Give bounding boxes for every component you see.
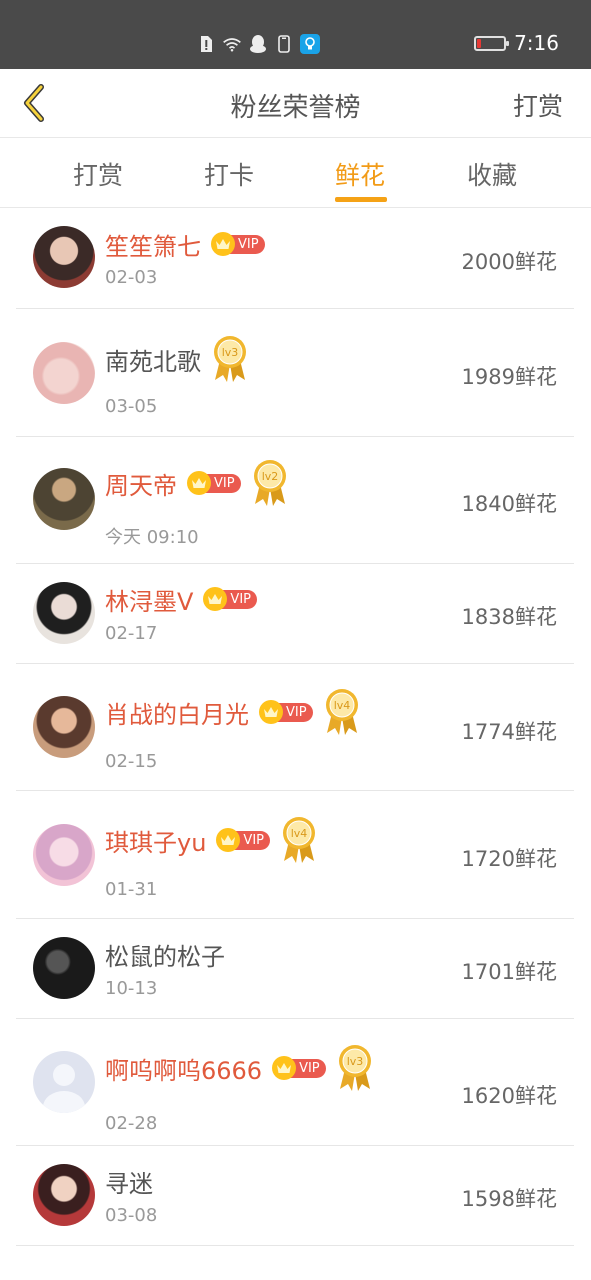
tab-reward[interactable]: 打赏 xyxy=(73,156,123,192)
avatar[interactable] xyxy=(33,582,95,644)
fan-name[interactable]: 松鼠的松子 xyxy=(105,937,225,972)
flower-amount: 1774鲜花 xyxy=(461,720,557,744)
fan-date: 02-15 xyxy=(105,751,158,772)
name-line: 啊呜啊呜6666 VIP lv3 xyxy=(105,1045,374,1091)
level-medal-icon: lv2 xyxy=(251,458,289,508)
flower-amount: 1840鲜花 xyxy=(461,492,557,516)
fan-date: 02-17 xyxy=(105,623,158,644)
page-title: 粉丝荣誉榜 xyxy=(230,93,361,123)
fan-name[interactable]: 肖战的白月光 xyxy=(105,695,249,730)
tab-bar: 打赏 打卡 鲜花 收藏 xyxy=(0,138,591,208)
level-medal-icon: lv3 xyxy=(336,1043,374,1093)
avatar[interactable] xyxy=(33,696,95,758)
vip-badge: VIP xyxy=(216,828,270,852)
level-medal-icon: lv4 xyxy=(323,687,361,737)
name-line: 寻迷 xyxy=(105,1164,153,1198)
tab-flowers[interactable]: 鲜花 xyxy=(335,156,385,192)
fan-date: 今天 09:10 xyxy=(105,527,199,548)
reward-button[interactable]: 打赏 xyxy=(513,87,563,123)
default-user-icon xyxy=(43,1064,85,1113)
vip-badge: VIP xyxy=(211,232,265,256)
avatar[interactable] xyxy=(33,824,95,886)
flower-amount: 1598鲜花 xyxy=(461,1187,557,1211)
fan-date: 01-31 xyxy=(105,879,158,900)
fan-date: 10-13 xyxy=(105,978,158,999)
svg-text:lv3: lv3 xyxy=(222,346,239,359)
name-line: 林浔墨V VIP xyxy=(105,582,257,616)
fan-date: 02-28 xyxy=(105,1113,158,1134)
fan-name[interactable]: 南苑北歌 xyxy=(105,342,201,377)
name-line: 肖战的白月光 VIP lv4 xyxy=(105,689,361,735)
tab-checkin[interactable]: 打卡 xyxy=(204,156,254,192)
svg-text:lv4: lv4 xyxy=(333,699,350,712)
battery-icon xyxy=(474,35,510,51)
list-item[interactable]: 林浔墨V VIP 02-17 1838鲜花 xyxy=(16,564,574,664)
avatar[interactable] xyxy=(33,1051,95,1113)
name-line: 笙笙箫七 VIP xyxy=(105,227,265,261)
status-icons xyxy=(196,33,320,55)
list-item[interactable]: 松鼠的松子 10-13 1701鲜花 xyxy=(16,919,574,1019)
crown-icon xyxy=(211,232,235,256)
svg-text:lv3: lv3 xyxy=(346,1055,363,1068)
crown-icon xyxy=(259,700,283,724)
flower-amount: 1620鲜花 xyxy=(461,1084,557,1108)
list-item[interactable]: 肖战的白月光 VIP lv4 02-15 1774鲜花 xyxy=(16,664,574,791)
svg-text:lv2: lv2 xyxy=(261,470,278,483)
sim-alert-icon xyxy=(196,34,216,54)
fan-name[interactable]: 笙笙箫七 xyxy=(105,227,201,262)
name-line: 琪琪子yu VIP lv4 xyxy=(105,817,318,863)
list-item[interactable]: 笙笙箫七 VIP 02-03 2000鲜花 xyxy=(16,208,574,309)
fan-name[interactable]: 琪琪子yu xyxy=(105,823,206,858)
name-line: 周天帝 VIP lv2 xyxy=(105,460,289,506)
flower-amount: 2000鲜花 xyxy=(461,250,557,274)
vip-badge: VIP xyxy=(187,471,241,495)
phone-icon xyxy=(274,34,294,54)
level-medal-icon: lv4 xyxy=(280,815,318,865)
wifi-icon xyxy=(222,34,242,54)
nav-bar: 粉丝荣誉榜 打赏 xyxy=(0,69,591,138)
fan-name[interactable]: 寻迷 xyxy=(105,1164,153,1199)
level-medal-icon: lv3 xyxy=(211,334,249,384)
qq-penguin-icon xyxy=(248,34,268,54)
flower-amount: 1720鲜花 xyxy=(461,847,557,871)
active-tab-indicator xyxy=(335,197,387,202)
name-line: 南苑北歌 lv3 xyxy=(105,336,249,382)
avatar[interactable] xyxy=(33,468,95,530)
crown-icon xyxy=(272,1056,297,1080)
fan-date: 03-08 xyxy=(105,1205,158,1226)
status-right: 7:16 xyxy=(474,31,559,55)
lightbulb-app-icon xyxy=(300,34,320,54)
name-line: 松鼠的松子 xyxy=(105,937,225,971)
list-item[interactable]: 寻迷 03-08 1598鲜花 xyxy=(16,1146,574,1246)
flower-amount: 1989鲜花 xyxy=(461,365,557,389)
flower-amount: 1838鲜花 xyxy=(461,605,557,629)
fan-name[interactable]: 林浔墨V xyxy=(105,582,193,617)
fan-name[interactable]: 周天帝 xyxy=(105,466,177,501)
fan-name[interactable]: 啊呜啊呜6666 xyxy=(105,1051,262,1086)
flower-amount: 1701鲜花 xyxy=(461,960,557,984)
fan-date: 02-03 xyxy=(105,267,158,288)
avatar[interactable] xyxy=(33,937,95,999)
avatar[interactable] xyxy=(33,1164,95,1226)
list-item[interactable]: 南苑北歌 lv3 03-05 1989鲜花 xyxy=(16,309,574,437)
list-item[interactable]: 啊呜啊呜6666 VIP lv3 02-28 1620鲜花 xyxy=(16,1019,574,1146)
status-time: 7:16 xyxy=(514,31,559,55)
tab-favorites[interactable]: 收藏 xyxy=(467,156,517,192)
avatar[interactable] xyxy=(33,226,95,288)
fan-date: 03-05 xyxy=(105,396,158,417)
crown-icon xyxy=(187,471,211,495)
vip-badge: VIP xyxy=(259,700,313,724)
vip-badge: VIP xyxy=(203,587,257,611)
list-item[interactable]: 周天帝 VIP lv2 今天 09:10 1840鲜花 xyxy=(16,437,574,564)
avatar[interactable] xyxy=(33,342,95,404)
list-item[interactable]: 琪琪子yu VIP lv4 01-31 1720鲜花 xyxy=(16,791,574,919)
vip-badge: VIP xyxy=(272,1056,326,1080)
status-bar: 7:16 xyxy=(0,0,591,69)
svg-text:lv4: lv4 xyxy=(291,827,308,840)
